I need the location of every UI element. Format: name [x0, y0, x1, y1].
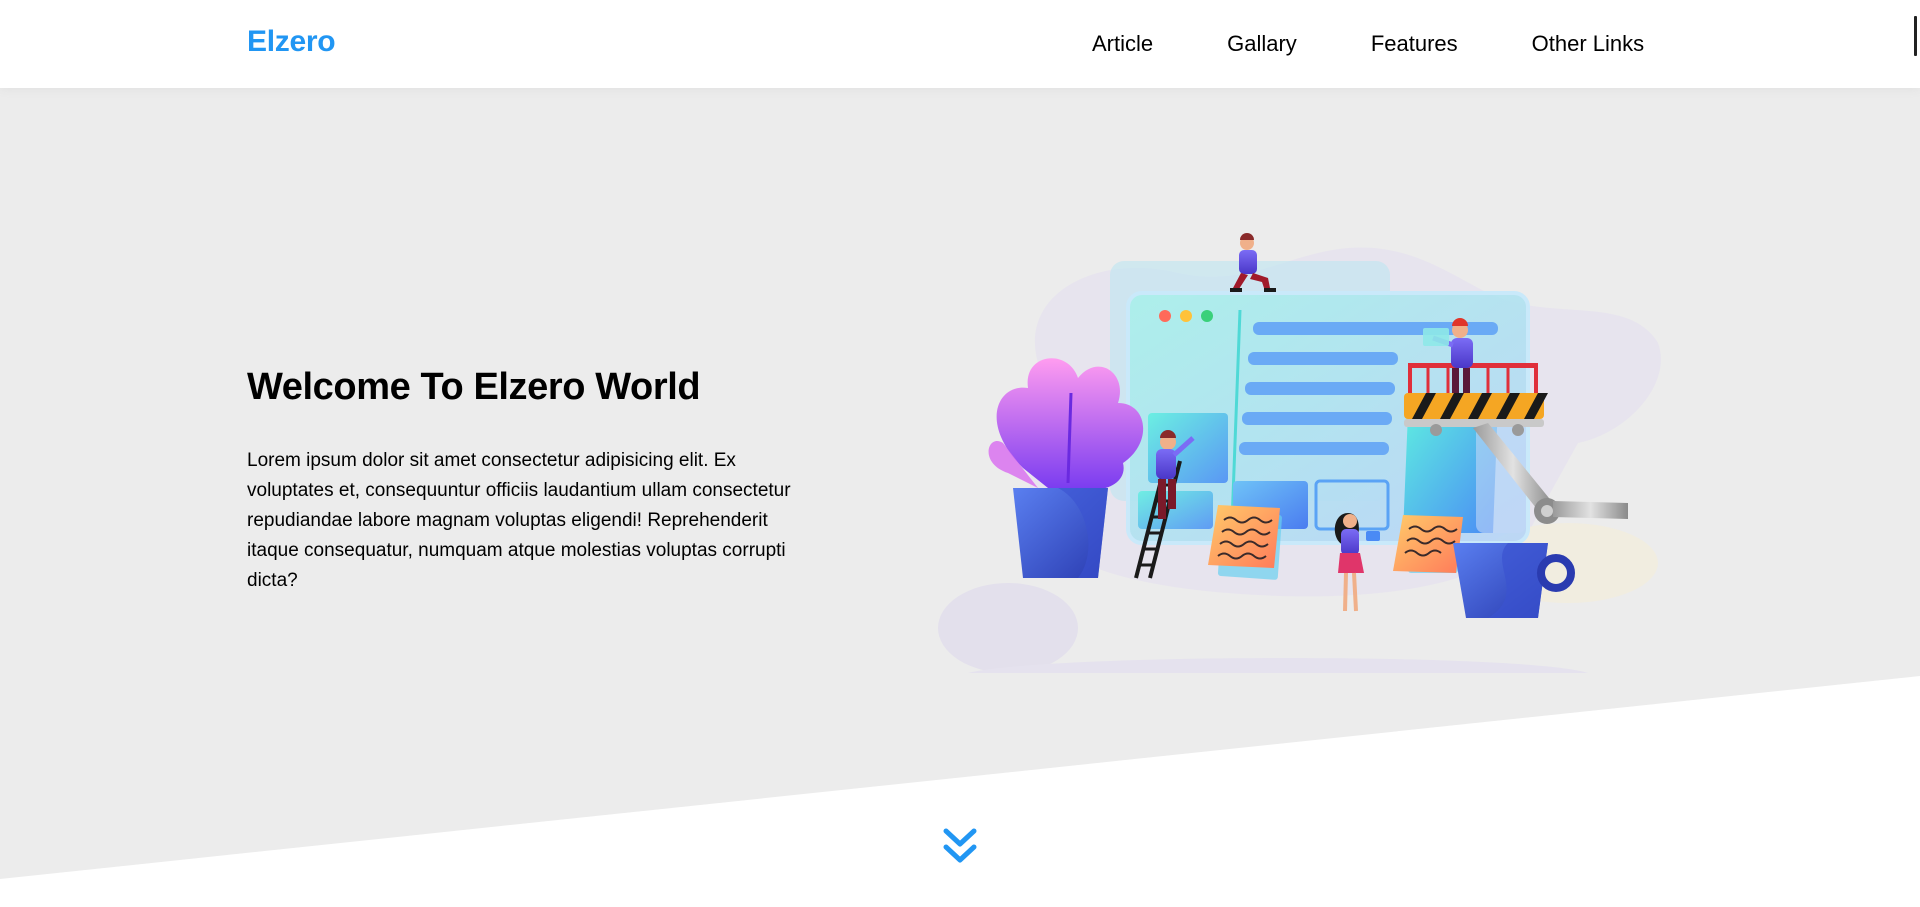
nav-link-features[interactable]: Features	[1334, 0, 1495, 88]
landing-text: Lorem ipsum dolor sit amet consectetur a…	[247, 450, 791, 591]
nav-item-features: Features	[1334, 0, 1495, 88]
scrollbar-edge	[1914, 16, 1917, 56]
main-nav: Article Gallary Features Other Links	[1055, 0, 1681, 88]
nav-item-other-links: Other Links	[1495, 0, 1682, 88]
nav-item-gallary: Gallary	[1190, 0, 1334, 88]
double-chevron-down-icon[interactable]	[942, 827, 978, 867]
landing-illustration	[938, 233, 1661, 673]
site-header: Elzero Article Gallary Features Other Li…	[0, 0, 1920, 88]
landing-section: Welcome To Elzero World Lorem ipsum dolo…	[0, 88, 1920, 907]
logo[interactable]: Elzero	[247, 25, 336, 59]
nav-link-gallary[interactable]: Gallary	[1190, 0, 1334, 88]
nav-link-other-links[interactable]: Other Links	[1495, 0, 1682, 88]
nav-item-article: Article	[1055, 0, 1190, 88]
nav-link-article[interactable]: Article	[1055, 0, 1190, 88]
landing-title: Welcome To Elzero World	[247, 366, 701, 408]
